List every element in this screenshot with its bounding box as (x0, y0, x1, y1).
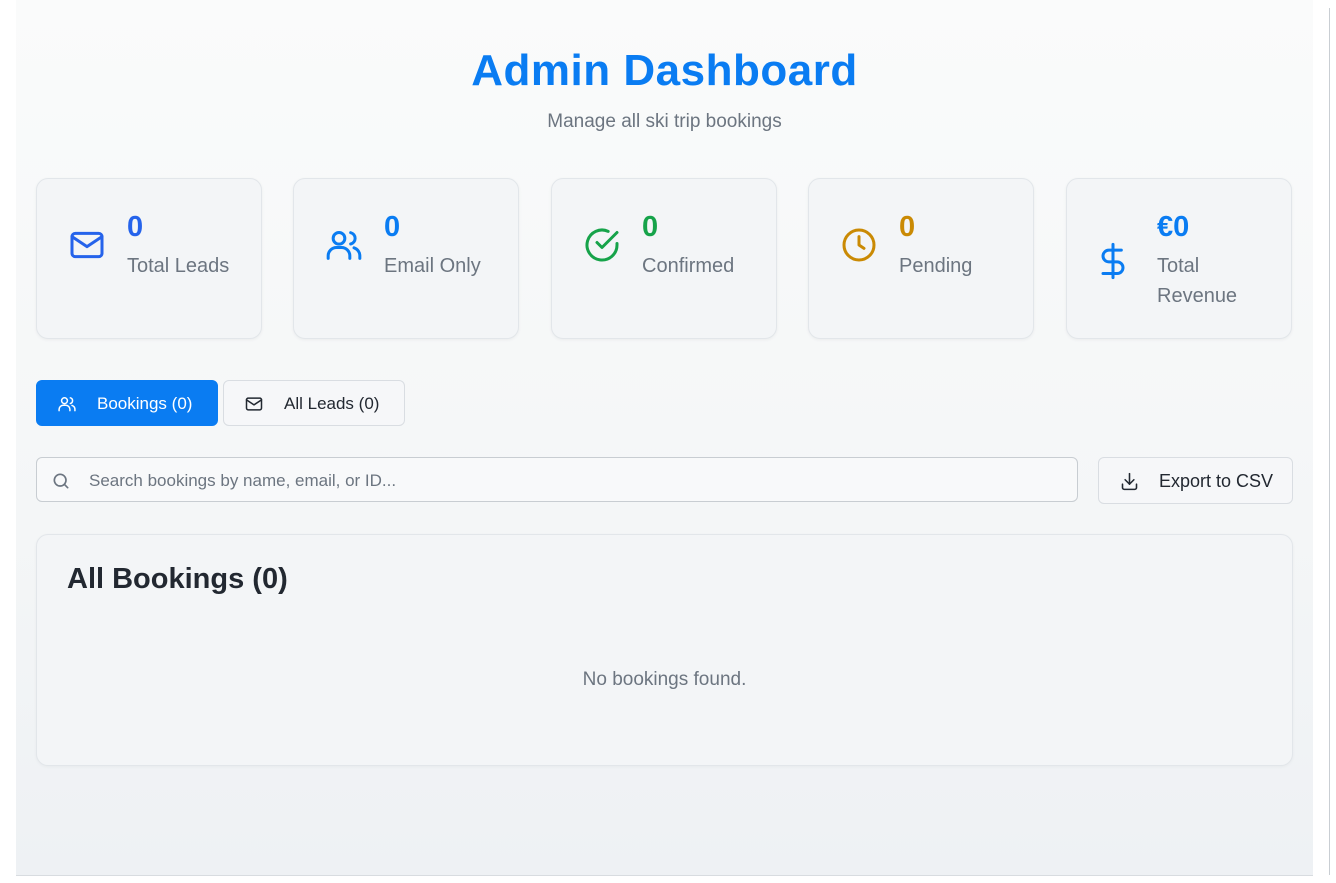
download-icon (1119, 471, 1140, 492)
stat-card-total-revenue: €0 Total Revenue (1066, 178, 1292, 339)
bookings-panel: All Bookings (0) No bookings found. (36, 534, 1293, 766)
check-circle-icon (582, 225, 622, 265)
dollar-icon (1093, 241, 1133, 281)
admin-dashboard-page: Admin Dashboard Manage all ski trip book… (16, 0, 1313, 876)
scrollbar-edge (1329, 8, 1330, 875)
export-button-label: Export to CSV (1159, 471, 1274, 491)
stat-value: €0 (1157, 211, 1190, 243)
search-input[interactable] (87, 466, 1061, 495)
stat-card-email-only: 0 Email Only (293, 178, 519, 339)
page-title: Admin Dashboard (471, 46, 858, 95)
stat-card-pending: 0 Pending (808, 178, 1034, 339)
stat-value: 0 (899, 211, 916, 243)
stat-label: Pending (899, 255, 973, 277)
clock-icon (839, 225, 879, 265)
stat-label: Confirmed (642, 255, 735, 277)
page-subtitle: Manage all ski trip bookings (547, 111, 782, 132)
users-icon (57, 394, 77, 414)
search-box (36, 457, 1078, 502)
stat-card-confirmed: 0 Confirmed (551, 178, 777, 339)
stat-card-total-leads: 0 Total Leads (36, 178, 262, 339)
tab-bookings[interactable]: Bookings (0) (36, 380, 218, 426)
mail-icon (67, 225, 107, 265)
empty-state-text: No bookings found. (582, 669, 747, 690)
tab-all-leads[interactable]: All Leads (0) (223, 380, 405, 426)
export-csv-button[interactable]: Export to CSV (1098, 457, 1293, 504)
search-icon (51, 471, 71, 491)
stat-label: Total Revenue (1157, 255, 1238, 307)
mail-icon (244, 394, 264, 414)
panel-title: All Bookings (0) (67, 563, 288, 595)
tab-label: Bookings (0) (97, 394, 193, 413)
stat-value: 0 (642, 211, 659, 243)
stat-label: Email Only (384, 255, 481, 277)
users-icon (324, 225, 364, 265)
stat-value: 0 (127, 211, 144, 243)
stat-label: Total Leads (127, 255, 230, 277)
stat-value: 0 (384, 211, 401, 243)
tab-label: All Leads (0) (284, 394, 380, 413)
